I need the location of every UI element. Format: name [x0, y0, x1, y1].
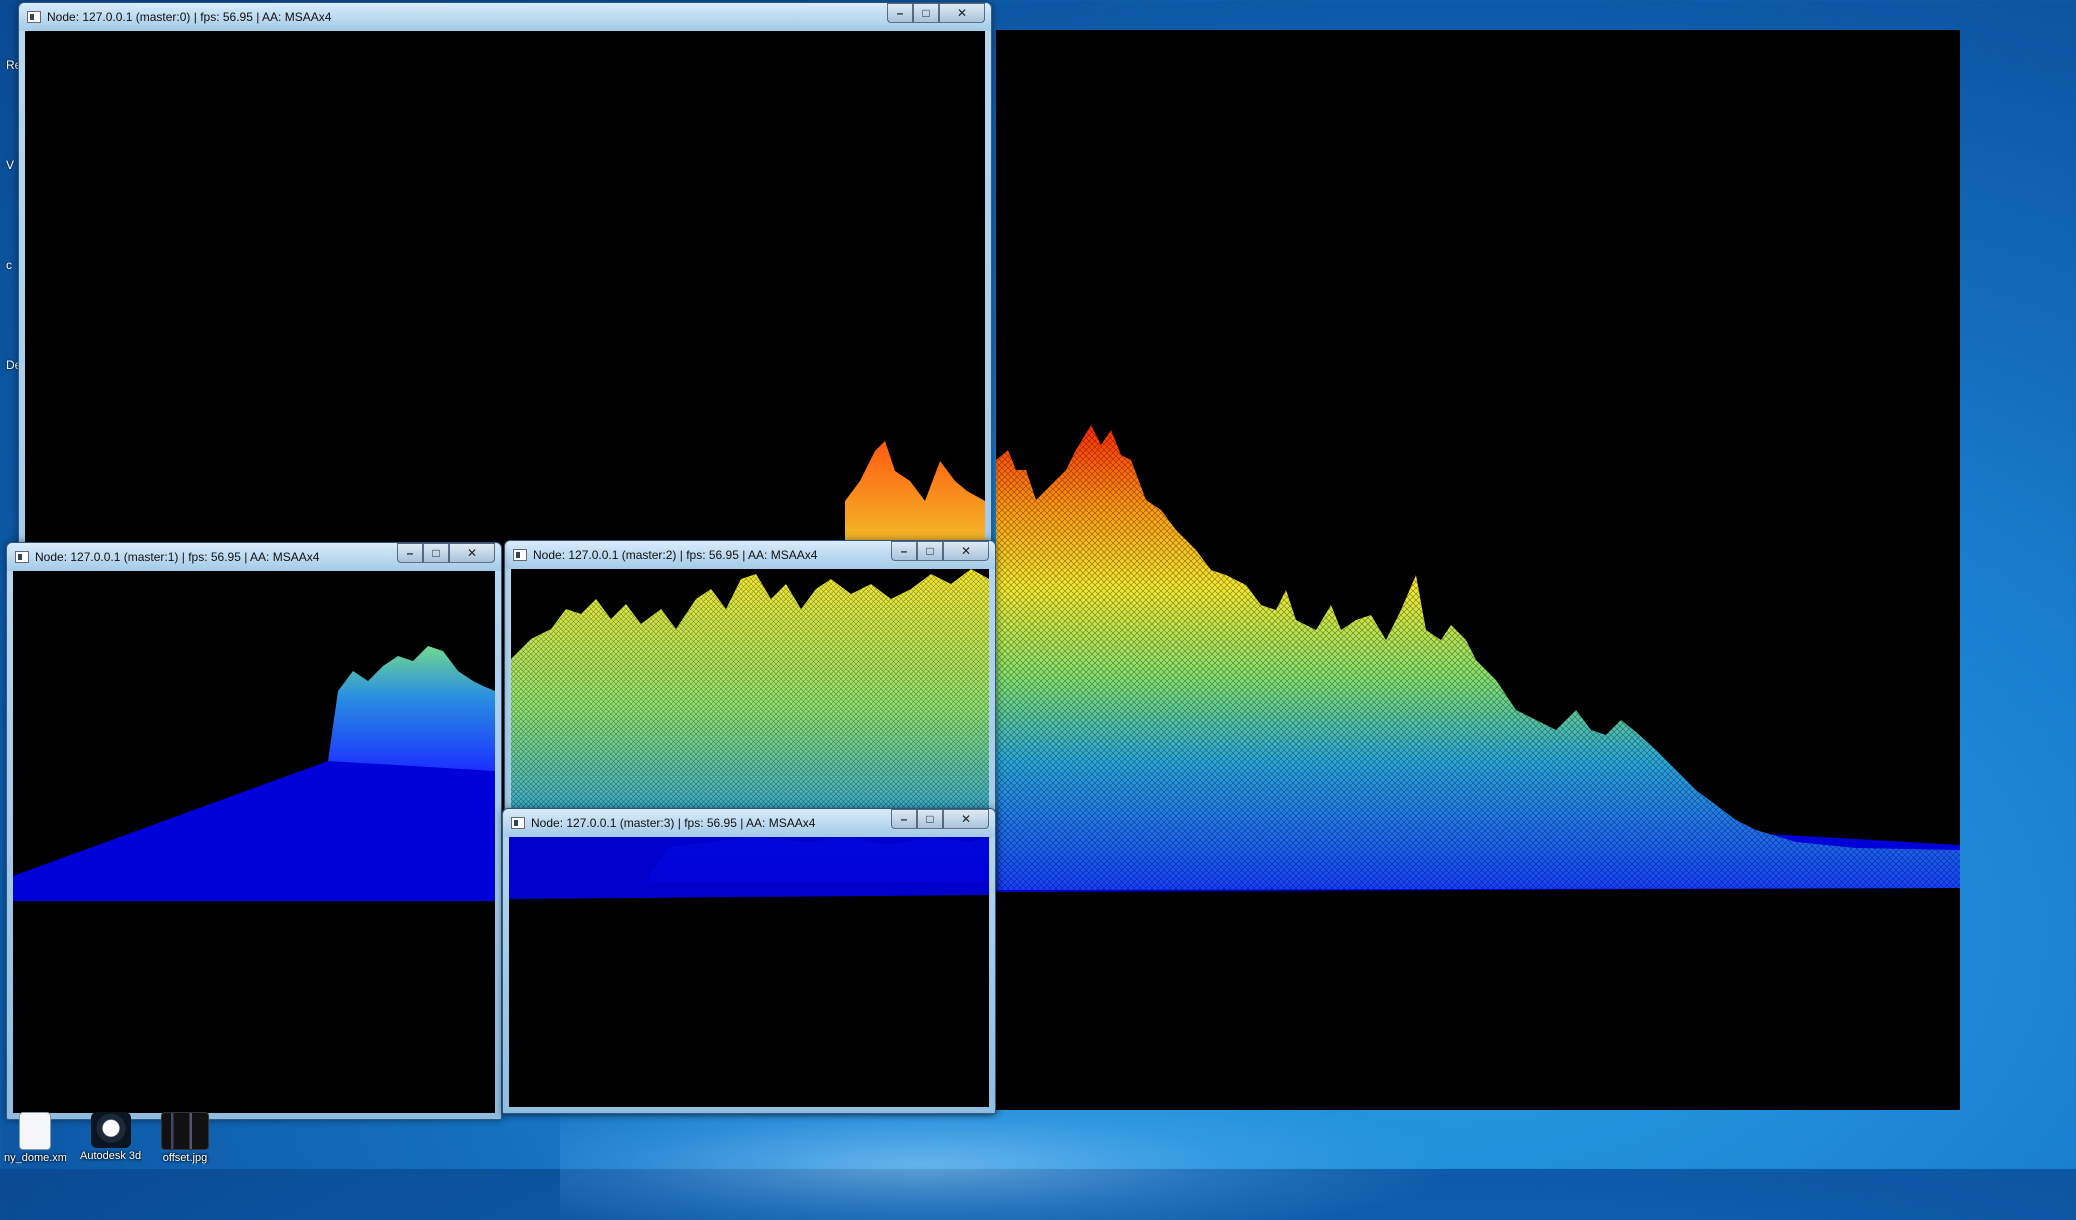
terrain-render: [509, 837, 989, 899]
desktop-icon-ny-dome[interactable]: ny_dome.xml: [4, 1112, 66, 1164]
window-title: Node: 127.0.0.1 (master:3) | fps: 56.95 …: [531, 816, 816, 830]
close-button[interactable]: ✕: [943, 541, 989, 561]
desktop-icon-label: ny_dome.xml: [4, 1152, 66, 1164]
desktop-icon-label: Autodesk 3ds: [80, 1150, 142, 1162]
app-icon: [15, 551, 29, 563]
window-title: Node: 127.0.0.1 (master:0) | fps: 56.95 …: [47, 10, 332, 24]
minimize-button[interactable]: –: [891, 541, 917, 561]
render-canvas[interactable]: [509, 837, 989, 1107]
close-button[interactable]: ✕: [449, 543, 495, 563]
maximize-button[interactable]: □: [917, 541, 943, 561]
maximize-button[interactable]: □: [423, 543, 449, 563]
document-icon: [19, 1112, 51, 1150]
window-titlebar[interactable]: Node: 127.0.0.1 (master:3) | fps: 56.95 …: [503, 809, 995, 837]
minimize-button[interactable]: –: [887, 3, 913, 23]
desktop-edge-label: c: [6, 258, 12, 272]
app-icon: [27, 11, 41, 23]
window-title: Node: 127.0.0.1 (master:1) | fps: 56.95 …: [35, 550, 320, 564]
desktop-icon-autodesk-3ds[interactable]: Autodesk 3ds: [80, 1112, 142, 1162]
render-viewport-fullscreen[interactable]: [996, 30, 1960, 1110]
maximize-button[interactable]: □: [913, 3, 939, 23]
window-title: Node: 127.0.0.1 (master:2) | fps: 56.95 …: [533, 548, 818, 562]
render-window-master-3[interactable]: Node: 127.0.0.1 (master:3) | fps: 56.95 …: [502, 808, 996, 1114]
window-titlebar[interactable]: Node: 127.0.0.1 (master:2) | fps: 56.95 …: [505, 541, 995, 569]
desktop-edge-label: V: [6, 158, 15, 172]
window-titlebar[interactable]: Node: 127.0.0.1 (master:0) | fps: 56.95 …: [19, 3, 991, 31]
render-canvas[interactable]: [13, 571, 495, 1113]
app-icon: [511, 817, 525, 829]
desktop-icon-label: offset.jpg: [162, 1152, 208, 1164]
render-window-master-1[interactable]: Node: 127.0.0.1 (master:1) | fps: 56.95 …: [6, 542, 502, 1120]
ground-plane: [509, 837, 989, 899]
close-button[interactable]: ✕: [939, 3, 985, 23]
ground-plane: [13, 761, 495, 901]
desktop-icon-offset-image[interactable]: offset.jpg: [154, 1112, 216, 1164]
terrain-render: [996, 425, 1960, 892]
app-icon: [513, 549, 527, 561]
3ds-max-icon: [91, 1112, 131, 1148]
maximize-button[interactable]: □: [917, 809, 943, 829]
terrain-mesh: [328, 646, 495, 771]
minimize-button[interactable]: –: [891, 809, 917, 829]
window-titlebar[interactable]: Node: 127.0.0.1 (master:1) | fps: 56.95 …: [7, 543, 501, 571]
close-button[interactable]: ✕: [943, 809, 989, 829]
terrain-render: [13, 646, 495, 901]
image-file-icon: [161, 1112, 209, 1150]
minimize-button[interactable]: –: [397, 543, 423, 563]
